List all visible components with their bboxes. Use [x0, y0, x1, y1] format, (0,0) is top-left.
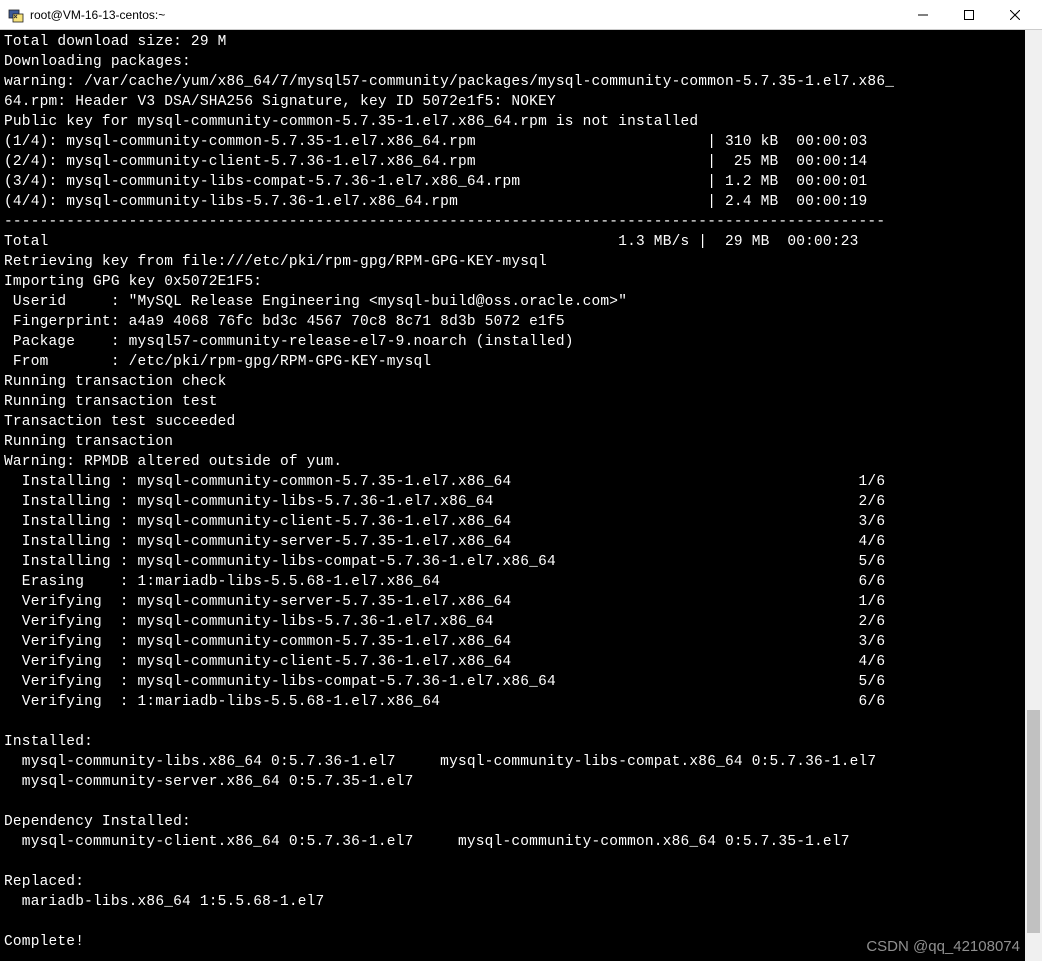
vertical-scrollbar[interactable]	[1025, 30, 1042, 961]
window-titlebar: root@VM-16-13-centos:~	[0, 0, 1042, 30]
minimize-button[interactable]	[900, 0, 946, 30]
terminal-area: Total download size: 29 M Downloading pa…	[0, 30, 1042, 961]
putty-icon	[8, 7, 24, 23]
terminal-output[interactable]: Total download size: 29 M Downloading pa…	[0, 30, 1025, 961]
window-title: root@VM-16-13-centos:~	[30, 8, 165, 22]
scrollbar-thumb[interactable]	[1027, 710, 1040, 933]
maximize-button[interactable]	[946, 0, 992, 30]
close-button[interactable]	[992, 0, 1038, 30]
